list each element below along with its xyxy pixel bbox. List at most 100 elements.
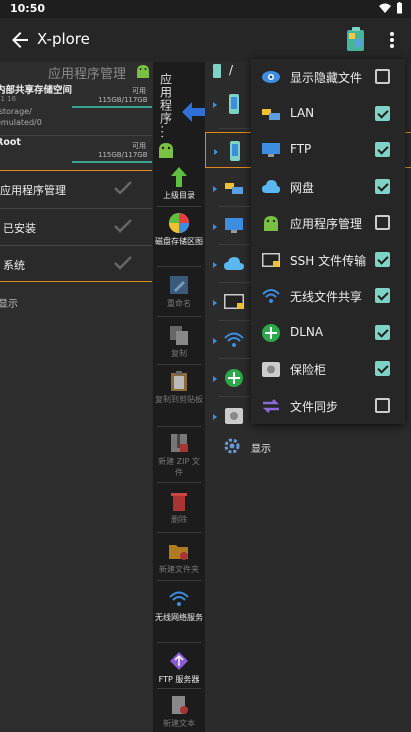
checkmark-icon [114,219,132,233]
list-item-app-manager[interactable]: 应用程序管理 [0,171,152,207]
copy-icon [170,326,188,345]
tool-rename[interactable]: 重命名 [153,274,205,309]
app-bar: X-plore [0,18,411,62]
expand-arrow-icon [213,414,217,420]
tool-wifi-service[interactable]: 无线网络服务 [153,588,205,623]
wifi-icon [262,289,280,303]
divider [219,282,255,283]
wifi-icon [224,332,244,347]
menu-item-ssh[interactable]: SSH 文件传输 [251,242,405,279]
ssh-terminal-icon [262,252,280,267]
divider [157,426,201,427]
menu-item-show-hidden[interactable]: 显示隐藏文件 [251,59,405,96]
menu-item-ftp[interactable]: FTP [251,132,405,169]
toolbar: 应用程序... 上级目录 磁盘存储区图 重命名 复制 复制到剪贴板 新建 ZIP… [153,62,205,732]
storage-path-line1: /storage/ [0,107,32,116]
pie-chart-icon [169,213,189,233]
list-item-installed[interactable]: 已安装 [0,209,152,245]
right-item-cloud[interactable] [205,246,255,282]
divider [157,642,201,643]
checkbox[interactable] [375,105,390,121]
menu-item-app-manager[interactable]: 应用程序管理 [251,205,405,242]
back-arrow-icon[interactable] [8,28,32,52]
checkbox[interactable] [375,361,390,376]
menu-item-file-sync[interactable]: 文件同步 [251,388,405,425]
tool-new-zip[interactable]: 新建 ZIP 文件 [153,432,205,478]
list-item-system[interactable]: 系统 [0,246,152,282]
status-bar: 10:50 [0,0,411,18]
overflow-menu-icon[interactable] [385,30,399,50]
menu-item-vault[interactable]: 保险柜 [251,351,405,388]
right-item-internal-storage[interactable] [205,86,255,122]
divider [157,482,201,483]
left-pane-title: 应用程序管理 [48,67,127,82]
checkbox[interactable] [375,288,390,303]
phone-storage-icon [230,141,240,161]
clipboard-icon [171,371,187,391]
checkbox[interactable] [375,324,390,340]
tool-ftp-server[interactable]: FTP 服务器 [153,650,205,685]
divider [219,244,255,245]
checkbox[interactable] [375,215,390,230]
right-item-ssh[interactable] [205,284,255,320]
checkbox[interactable] [375,142,390,157]
divider [0,135,152,136]
tool-disk-map[interactable]: 磁盘存储区图 [153,212,205,247]
dlna-icon [262,323,280,342]
trash-icon [171,493,187,511]
divider [219,320,255,321]
battery-icon [397,2,402,14]
lan-icon [225,183,243,194]
tool-new-file[interactable]: 新建文本 [153,694,205,729]
tool-parent-dir[interactable]: 上级目录 [153,166,205,201]
internal-storage-item[interactable]: 内部共享存储空间 41 16 /storage/ emulated/0 可用 1… [0,82,152,136]
right-item-lan[interactable] [205,170,255,206]
tool-delete[interactable]: 删除 [153,490,205,525]
tool-new-folder[interactable]: 新建文件夹 [153,540,205,575]
cloud-icon [224,257,244,270]
menu-item-wifi-share[interactable]: 无线文件共享 [251,278,405,315]
vault-icon [225,408,243,424]
root-size: 115GB/117GB [98,151,148,159]
checkbox[interactable] [375,251,390,267]
map-app-icon[interactable] [346,27,366,53]
avail-label: 可用 [132,142,146,150]
checkbox[interactable] [375,178,390,194]
expand-arrow-icon [213,300,217,306]
up-arrow-icon [171,167,187,187]
divider [157,580,201,581]
root-storage-item[interactable]: Root / 可用 115GB/117GB [0,137,152,167]
wifi-signal-icon [379,3,391,13]
menu-item-lan[interactable]: LAN [251,96,405,133]
root-usage-bar [72,161,152,163]
divider [157,206,201,207]
divider [157,266,201,267]
menu-item-cloud[interactable]: 网盘 [251,169,405,206]
storage-name: 内部共享存储空间 [0,85,73,96]
right-item-vault[interactable] [205,398,255,434]
right-item-ftp[interactable] [205,208,255,244]
wifi-icon [169,591,189,606]
show-label[interactable]: 显示 [0,295,18,310]
app-title: X-plore [37,30,90,48]
storage-path-line2: emulated/0 [0,118,42,127]
vault-icon [262,362,280,377]
new-folder-icon [169,545,188,560]
menu-item-dlna[interactable]: DLNA [251,315,405,352]
checkbox[interactable] [375,69,390,84]
sync-icon [262,398,280,413]
zip-icon [171,434,188,452]
checkbox[interactable] [375,397,390,413]
gear-icon [224,438,240,454]
divider [157,532,201,533]
right-item-dlna[interactable] [205,360,255,396]
expand-arrow-icon [214,149,218,155]
expand-arrow-icon [213,262,217,268]
tool-copy-to-clipboard[interactable]: 复制到剪贴板 [153,370,205,405]
expand-arrow-icon [213,102,217,108]
device-icon [213,64,221,78]
tool-copy[interactable]: 复制 [153,324,205,359]
right-item-wifi-share[interactable] [205,322,255,358]
expand-arrow-icon [213,338,217,344]
eye-icon [262,71,280,83]
